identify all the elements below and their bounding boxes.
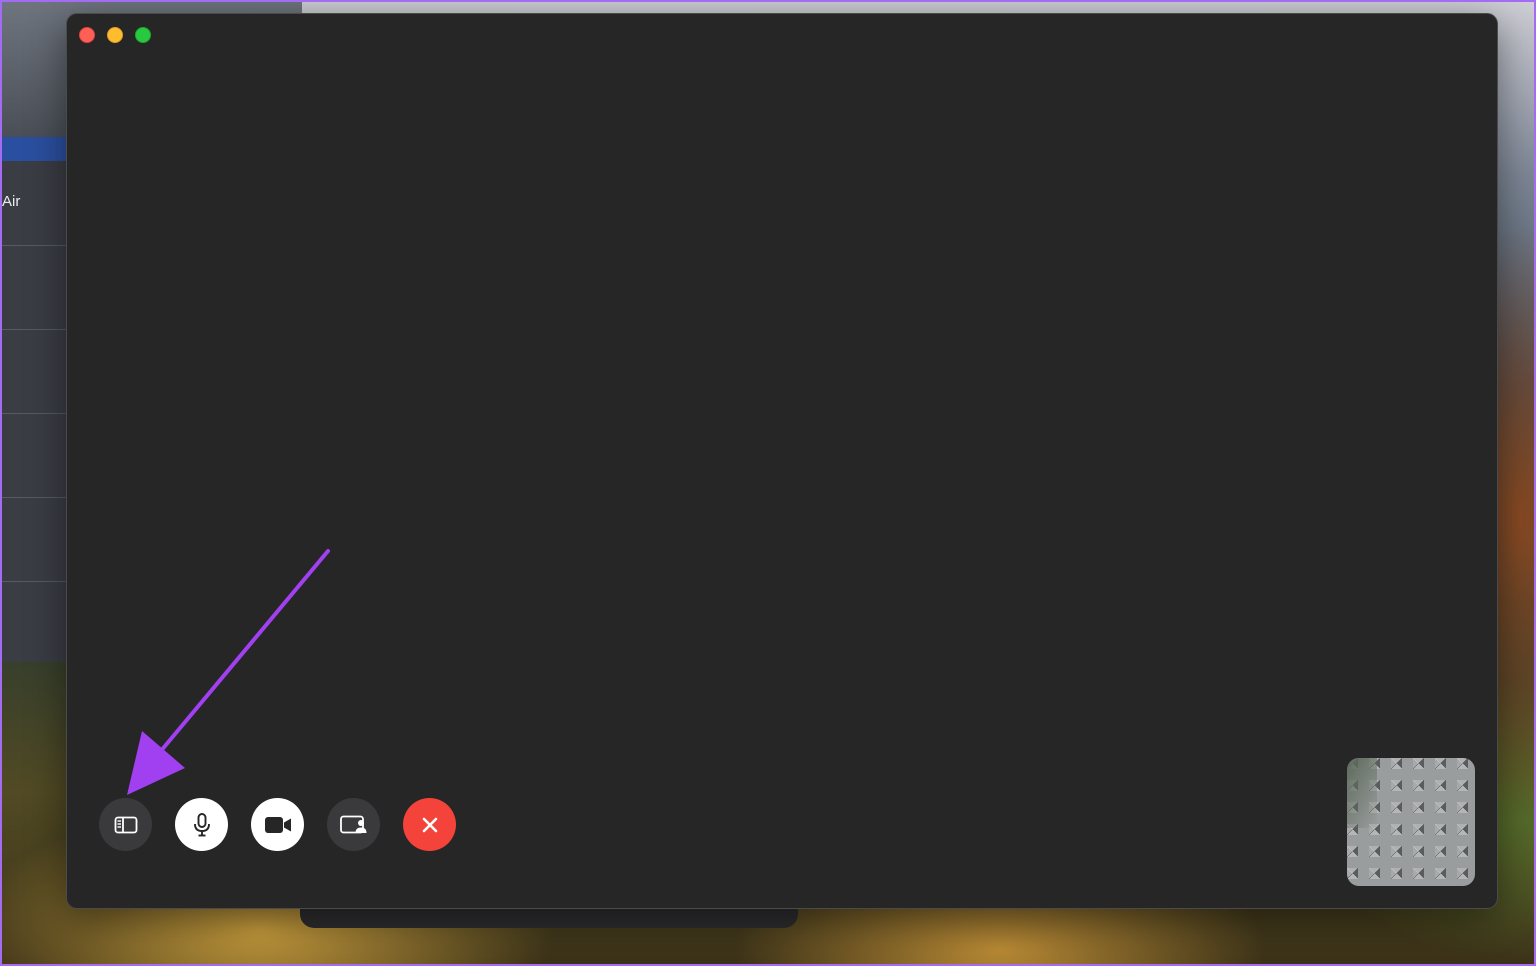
end-call-button[interactable] [403, 798, 456, 851]
call-controls [99, 798, 456, 851]
window-zoom-button[interactable] [135, 27, 151, 43]
screen-share-icon [339, 815, 366, 833]
window-minimize-button[interactable] [107, 27, 123, 43]
window-close-button[interactable] [79, 27, 95, 43]
share-screen-button[interactable] [327, 798, 380, 851]
background-window-device-label: Air [2, 193, 21, 210]
sidebar-icon [114, 816, 137, 833]
mute-button[interactable] [175, 798, 228, 851]
sidebar-button[interactable] [99, 798, 152, 851]
video-camera-icon [264, 816, 291, 833]
self-view-camera-preview[interactable] [1347, 758, 1475, 886]
close-icon [422, 817, 437, 832]
camera-button[interactable] [251, 798, 304, 851]
microphone-icon [193, 812, 210, 836]
facetime-window [66, 13, 1498, 909]
camera-preview-edge [1347, 758, 1377, 828]
window-traffic-lights [79, 27, 151, 43]
